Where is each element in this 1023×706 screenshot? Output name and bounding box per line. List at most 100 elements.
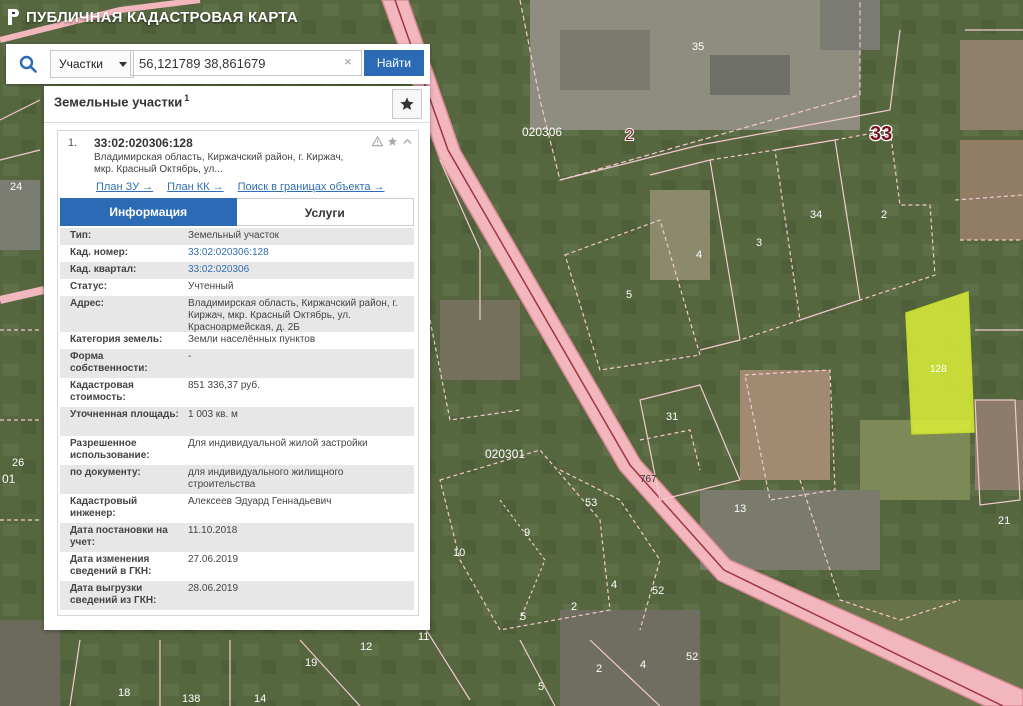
map-label-18: 18 (118, 687, 130, 699)
info-row: Кад. номер: 33:02:020306:128 (60, 245, 414, 262)
favorites-button[interactable] (392, 89, 422, 119)
chevron-down-icon (119, 62, 127, 67)
info-label: Категория земель: (70, 334, 163, 345)
map-label-2d: 2 (596, 663, 602, 675)
tab-services[interactable]: Услуги (236, 198, 414, 226)
result-tabs: Информация Услуги (60, 198, 414, 226)
map-label-4d: 4 (640, 659, 646, 671)
info-value: - (188, 351, 192, 362)
info-value: для индивидуального жилищного строительс… (188, 467, 344, 490)
map-label-52b: 52 (686, 651, 698, 663)
map-label-2: 2 (625, 127, 634, 144)
info-row: Уточненная площадь: 1 003 кв. м (60, 407, 414, 436)
search-type-label: Участки (59, 57, 103, 71)
star-icon (400, 97, 414, 110)
info-value: 27.06.2019 (188, 554, 239, 565)
tab-information[interactable]: Информация (60, 198, 237, 226)
map-label-10: 10 (453, 547, 465, 559)
selected-parcel-128 (905, 290, 975, 435)
info-row: Категория земель: Земли населённых пункто… (60, 332, 414, 349)
info-label: Дата выгрузки сведений из ГКН: (70, 583, 157, 606)
map-label-5c: 5 (520, 611, 526, 623)
info-label: Статус: (70, 281, 108, 292)
link-plan-zu[interactable]: План ЗУ → (96, 181, 153, 193)
map-label-5d: 5 (538, 681, 544, 693)
result-address: Владимирская область, Киржачский район, … (94, 152, 344, 175)
info-label: Уточненная площадь: (70, 409, 179, 420)
info-table: Тип: Земельный участок Кад. номер: 33:02:02… (60, 228, 414, 610)
map-label-12: 12 (360, 641, 372, 653)
map-label-35: 35 (692, 41, 704, 53)
rosreestr-logo-icon (8, 9, 19, 25)
map-label-01: 01 (2, 472, 16, 486)
map-label-34: 34 (810, 209, 822, 221)
result-actions (372, 136, 413, 147)
star-icon[interactable] (387, 136, 398, 147)
map-label-31: 31 (666, 411, 678, 423)
search-icon[interactable] (12, 50, 44, 78)
link-search-in-bounds[interactable]: Поиск в границах объекта → (238, 181, 385, 193)
map-label-21: 21 (998, 515, 1010, 527)
info-row: Кадастровая стоимость: 851 336,37 руб. (60, 378, 414, 407)
info-value: Земельный участок (188, 230, 280, 241)
map-label-quarter-020301: 020301 (485, 447, 525, 461)
map-label-14: 14 (254, 693, 266, 705)
info-label: Тип: (70, 230, 92, 241)
info-value: Владимирская область, Киржачский район, … (188, 298, 398, 333)
info-label: Кадастровая стоимость: (70, 380, 134, 403)
info-value: 1 003 кв. м (188, 409, 238, 420)
map-label-19: 19 (305, 657, 317, 669)
info-value: 11.10.2018 (188, 525, 238, 536)
link-plan-kk[interactable]: План КК → (167, 181, 223, 193)
map-label-3: 3 (756, 237, 762, 249)
info-row: Статус: Учтенный (60, 279, 414, 296)
panel-header: Земельные участки 1 (44, 86, 430, 123)
map-label-2b: 2 (881, 209, 887, 221)
search-type-select[interactable]: Участки (50, 50, 134, 78)
app-header: ПУБЛИЧНАЯ КАДАСТРОВАЯ КАРТА (6, 8, 298, 26)
info-value[interactable]: 33:02:020306:128 (188, 247, 406, 259)
map-label-district-33: 33 (870, 123, 892, 145)
info-value: Учтенный (188, 281, 234, 292)
info-row: Дата постановки на учет: 11.10.2018 (60, 523, 414, 552)
map-label-128: 128 (930, 364, 947, 375)
info-label: Разрешенное использование: (70, 438, 150, 461)
info-row: Кад. квартал: 33:02:020306 (60, 262, 414, 279)
info-label: Дата изменения сведений в ГКН: (70, 554, 152, 577)
info-row: по документу: для индивидуального жилищно… (60, 465, 414, 494)
result-index: 1. (68, 137, 78, 149)
search-input[interactable]: 56,121789 38,861679 (130, 50, 362, 76)
map-label-11: 11 (418, 631, 429, 643)
info-value: 851 336,37 руб. (188, 380, 260, 391)
info-label: Дата постановки на учет: (70, 525, 168, 548)
info-value[interactable]: 33:02:020306 (188, 264, 406, 276)
info-label: Кад. квартал: (70, 264, 137, 275)
info-row: Кадастровый инженер: Алексеев Эдуард Генн… (60, 494, 414, 523)
map-label-4: 4 (696, 249, 702, 261)
info-label: Кад. номер: (70, 247, 129, 258)
chevron-up-icon[interactable] (402, 136, 413, 147)
find-button[interactable]: Найти (364, 50, 424, 76)
clear-icon[interactable]: × (344, 55, 352, 69)
result-cad-number[interactable]: 33:02:020306:128 (94, 136, 193, 150)
app-title: ПУБЛИЧНАЯ КАДАСТРОВАЯ КАРТА (26, 8, 298, 26)
warning-icon[interactable] (372, 136, 383, 147)
info-label: Кадастровый инженер: (70, 496, 138, 519)
info-row: Форма собственности: - (60, 349, 414, 378)
map-label-52: 52 (652, 585, 664, 597)
info-value: 28.06.2019 (188, 583, 239, 594)
info-value: Земли населённых пунктов (188, 334, 316, 345)
info-value: Для индивидуальной жилой застройки (188, 438, 368, 449)
result-card[interactable]: 1. 33:02:020306:128 Владимирская область… (57, 130, 419, 616)
info-value: Алексеев Эдуард Геннадьевич (188, 496, 332, 507)
map-label-2c: 2 (571, 601, 577, 613)
info-row: Дата изменения сведений в ГКН: 27.06.2019 (60, 552, 414, 581)
map-label-138: 138 (182, 693, 200, 705)
map-label-26: 26 (12, 457, 24, 469)
info-label: по документу: (70, 467, 141, 478)
map-label-53: 53 (585, 497, 597, 509)
panel-title-count: 1 (184, 93, 190, 103)
map-label-4c: 4 (611, 579, 617, 591)
map-label-13: 13 (734, 503, 746, 515)
map-label-quarter-020306: 020306 (522, 125, 562, 139)
